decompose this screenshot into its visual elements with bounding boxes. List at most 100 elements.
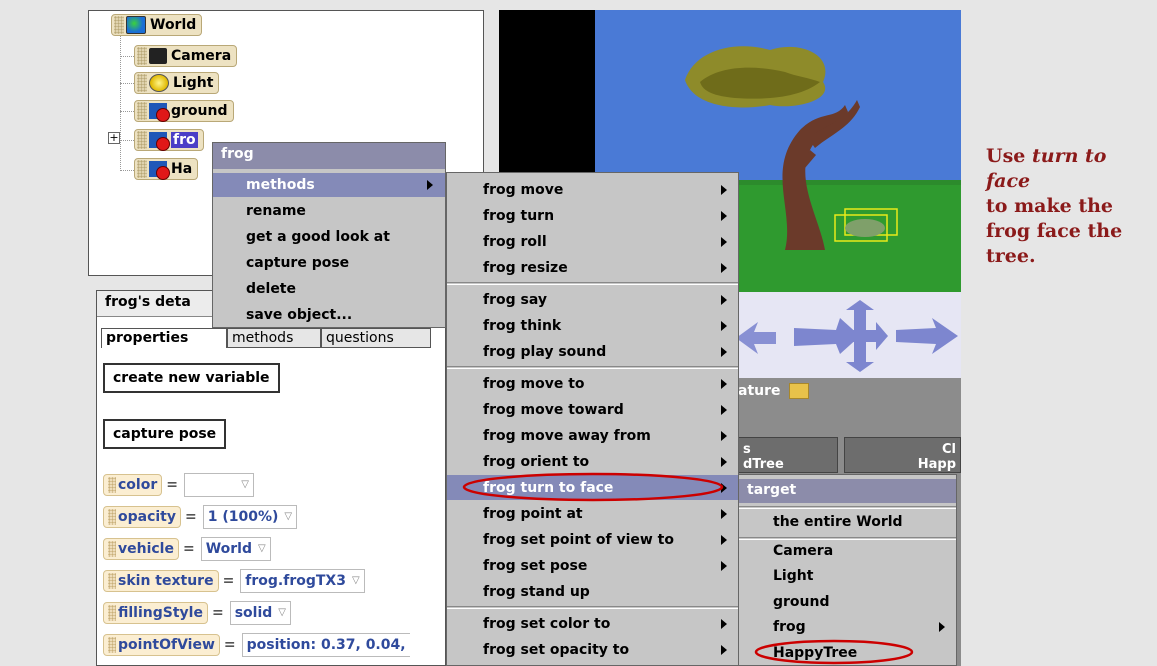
method-item-frog-move-to[interactable]: frog move to [447,371,738,396]
method-item-frog-play-sound[interactable]: frog play sound [447,339,738,364]
submenu-arrow-icon [721,431,727,441]
drag-grip-icon [137,47,147,65]
method-item-frog-set-pose[interactable]: frog set pose [447,553,738,578]
method-item-frog-stand-up[interactable]: frog stand up [447,579,738,604]
target-item-light[interactable]: Light [739,564,956,588]
caption-text: Use [986,145,1032,167]
property-value-dropdown[interactable]: 1 (100%) ▽ [202,504,298,529]
equals-sign: = [223,636,236,653]
property-value-dropdown[interactable]: solid ▽ [229,600,291,625]
expand-plus-icon[interactable]: + [108,132,120,144]
folder-label: ature [738,380,809,402]
tree-item-label: World [150,17,197,33]
tab-methods[interactable]: methods [227,328,321,348]
submenu-arrow-icon [427,180,433,190]
menu-item-label: frog resize [483,259,568,276]
target-item-entire-world[interactable]: the entire World [739,509,956,535]
method-item-frog-say[interactable]: frog say [447,287,738,312]
class-tile-text: s [743,442,751,457]
menu-item-get-a-good-look[interactable]: get a good look at [213,225,445,249]
method-item-frog-roll[interactable]: frog roll [447,229,738,254]
property-value-dropdown[interactable]: position: 0.37, 0.04, [241,632,410,657]
property-row-vehicle[interactable]: vehicle = World ▽ [103,536,271,561]
tree-item-ground[interactable]: ground [134,100,234,122]
submenu-arrow-icon [721,263,727,273]
target-item-camera[interactable]: Camera [739,539,956,563]
method-item-frog-move[interactable]: frog move [447,177,738,202]
property-name[interactable]: opacity [103,505,182,528]
target-item-ground[interactable]: ground [739,590,956,614]
menu-item-methods[interactable]: methods [213,173,445,197]
tab-questions[interactable]: questions [321,328,431,348]
dropdown-triangle-icon: ▽ [351,575,360,586]
tree-item-label: Ha [171,161,193,177]
method-item-frog-move-toward[interactable]: frog move toward [447,397,738,422]
submenu-arrow-icon [721,347,727,357]
property-row-opacity[interactable]: opacity = 1 (100%) ▽ [103,504,298,529]
method-item-frog-think[interactable]: frog think [447,313,738,338]
property-row-filling-style[interactable]: fillingStyle = solid ▽ [103,600,291,625]
property-row-point-of-view[interactable]: pointOfView = position: 0.37, 0.04, [103,632,410,657]
create-new-variable-button[interactable]: create new variable [103,363,280,393]
property-name[interactable]: skin texture [103,569,219,592]
tree-item-happytree[interactable]: Ha [134,158,199,180]
light-bulb-icon [149,74,169,92]
drag-grip-icon [108,636,116,653]
property-label: fillingStyle [118,604,203,621]
highlight-ellipse-turn-to-face [462,472,724,502]
drag-grip-icon [137,102,147,120]
drag-grip-icon [108,604,116,621]
menu-item-label: frog move away from [483,427,651,444]
tree-item-camera[interactable]: Camera [134,45,238,67]
property-name[interactable]: color [103,473,163,496]
menu-item-label: frog [773,619,806,635]
tree-item-world[interactable]: World [111,14,203,36]
tree-item-light[interactable]: Light [134,72,220,94]
class-tile: Cl Happ [844,437,961,473]
method-item-frog-turn[interactable]: frog turn [447,203,738,228]
property-value-dropdown[interactable]: World ▽ [200,536,271,561]
menu-item-capture-pose[interactable]: capture pose [213,251,445,275]
tree-connector [120,83,134,84]
equals-sign: = [222,572,235,589]
submenu-arrow-icon [721,509,727,519]
menu-item-label: frog move toward [483,401,624,418]
submenu-arrow-icon [721,561,727,571]
method-item-frog-set-color-to[interactable]: frog set color to [447,611,738,636]
property-name[interactable]: fillingStyle [103,601,208,624]
submenu-arrow-icon [721,185,727,195]
capture-pose-button[interactable]: capture pose [103,419,227,449]
menu-item-label: frog roll [483,233,547,250]
equals-sign: = [185,508,197,525]
drag-grip-icon [108,476,116,493]
menu-item-delete[interactable]: delete [213,277,445,301]
submenu-arrow-icon [721,457,727,467]
property-value-dropdown[interactable]: frog.frogTX3 ▽ [240,568,365,593]
menu-item-label: frog set opacity to [483,641,630,658]
method-item-frog-resize[interactable]: frog resize [447,255,738,280]
property-row-skin-texture[interactable]: skin texture = frog.frogTX3 ▽ [103,568,365,593]
tree-item-label: fro [171,132,198,148]
menu-separator [447,606,738,609]
equals-sign: = [182,540,195,557]
menu-item-label: frog set point of view to [483,531,674,548]
method-item-frog-set-point-of-view-to[interactable]: frog set point of view to [447,527,738,552]
menu-item-rename[interactable]: rename [213,199,445,223]
method-item-frog-move-away-from[interactable]: frog move away from [447,423,738,448]
tab-properties[interactable]: properties [101,328,227,348]
property-row-color[interactable]: color = ▽ [103,472,254,497]
property-label: color [118,476,158,493]
submenu-arrow-icon [939,622,945,632]
property-name[interactable]: vehicle [103,537,179,560]
method-item-frog-set-opacity-to[interactable]: frog set opacity to [447,637,738,662]
camera-arrows-icon[interactable] [736,300,961,375]
menu-item-save-object[interactable]: save object... [213,303,445,327]
tree-item-frog[interactable]: fro [134,129,204,151]
dropdown-triangle-icon: ▽ [284,511,293,522]
class-tile-text: Cl [942,442,956,457]
submenu-arrow-icon [721,211,727,221]
property-name[interactable]: pointOfView [103,633,220,656]
drag-grip-icon [137,74,147,92]
object-icon [149,103,170,122]
property-value-dropdown[interactable]: ▽ [183,472,254,497]
